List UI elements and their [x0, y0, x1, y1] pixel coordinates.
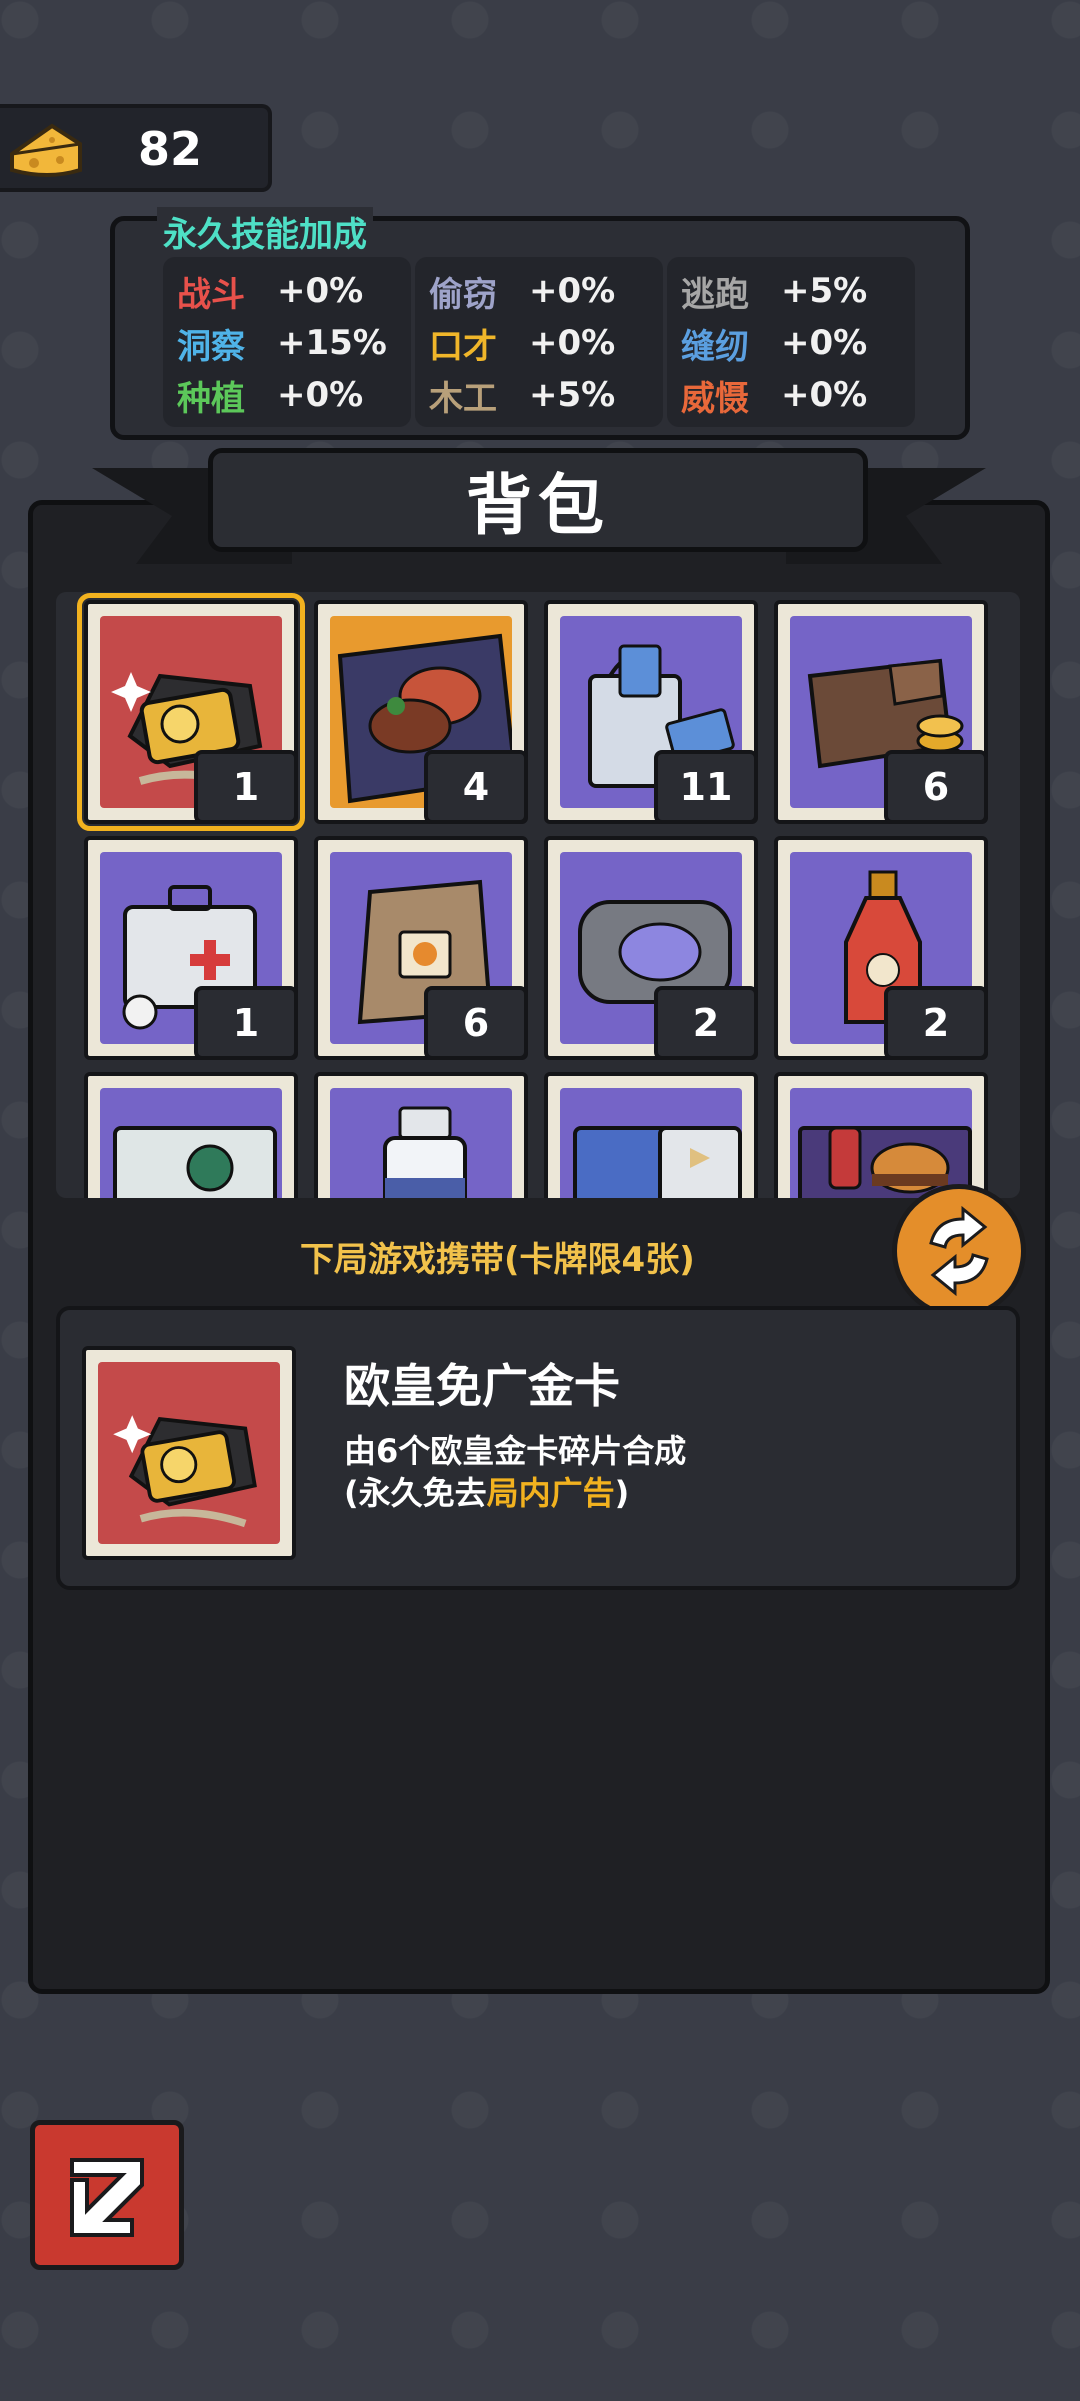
item-count: 2	[654, 986, 758, 1060]
item-count: 1	[194, 750, 298, 824]
skill-value: +0%	[529, 271, 616, 311]
swap-button[interactable]	[892, 1184, 1026, 1318]
item-count: 6	[424, 986, 528, 1060]
card-art	[100, 1088, 282, 1198]
skill-name: 逃跑	[681, 274, 749, 315]
skill-row: 缝纫 +0%	[681, 317, 867, 369]
skill-name: 口才	[429, 326, 497, 367]
item-card-medicine-bottle[interactable]	[314, 1072, 528, 1198]
skill-value: +0%	[277, 375, 364, 415]
skill-row: 木工 +5%	[429, 369, 615, 421]
detail-desc-line1: 由6个欧皇金卡碎片合成	[344, 1432, 687, 1470]
medicine-bottle-icon	[383, 1106, 467, 1198]
swap-arrows-icon	[929, 1205, 989, 1297]
item-grid[interactable]: 1 4 11 6 1 6 2 2	[56, 592, 1020, 1198]
skill-name: 缝纫	[681, 326, 749, 367]
desc-suffix: )	[614, 1474, 630, 1512]
card-art	[330, 1088, 512, 1198]
skill-name: 战斗	[177, 274, 245, 315]
cheese-counter: 82	[0, 104, 272, 192]
detail-desc-line2: (永久免去局内广告)	[344, 1472, 686, 1514]
backpack-header: 背包	[208, 448, 868, 552]
detail-description: 由6个欧皇金卡碎片合成 (永久免去局内广告)	[344, 1430, 686, 1514]
skill-name: 木工	[429, 378, 497, 419]
skill-name: 偷窃	[429, 274, 497, 315]
skills-title: 永久技能加成	[157, 207, 373, 256]
skill-name: 洞察	[177, 326, 245, 367]
permanent-skill-panel: 永久技能加成 战斗 +0% 洞察 +15% 种植 +0% 偷窃 +0% 口才 +…	[110, 207, 970, 440]
skill-row: 种植 +0%	[177, 369, 363, 421]
carry-next-game-label: 下局游戏携带(卡牌限4张)	[300, 1240, 695, 1280]
item-card-shopping-bag[interactable]: 11	[544, 600, 758, 824]
item-card-burger[interactable]	[774, 1072, 988, 1198]
detail-card-image	[82, 1346, 296, 1560]
desc-highlight: 局内广告	[486, 1474, 615, 1512]
backpack-title: 背包	[466, 467, 610, 544]
back-arrow-icon	[70, 2158, 144, 2237]
item-card-ketchup[interactable]: 2	[774, 836, 988, 1060]
gold-card-icon	[113, 1415, 257, 1528]
item-count: 4	[424, 750, 528, 824]
skill-value: +5%	[529, 375, 616, 415]
skill-row: 洞察 +15%	[177, 317, 387, 369]
item-count: 1	[194, 986, 298, 1060]
pills-icon	[573, 1126, 742, 1198]
desc-prefix: (永久免去	[344, 1474, 487, 1512]
skill-value: +0%	[529, 323, 616, 363]
item-count: 2	[884, 986, 988, 1060]
item-count: 11	[654, 750, 758, 824]
item-card-virus-box[interactable]	[84, 1072, 298, 1198]
skill-row: 口才 +0%	[429, 317, 615, 369]
card-art	[790, 1088, 972, 1198]
skill-value: +0%	[277, 271, 364, 311]
cheese-icon	[10, 123, 82, 177]
skill-value: +15%	[277, 323, 387, 363]
item-card-steak[interactable]: 4	[314, 600, 528, 824]
skill-column-1: 战斗 +0% 洞察 +15% 种植 +0%	[163, 257, 411, 427]
detail-item-name: 欧皇免广金卡	[344, 1359, 620, 1413]
item-count: 6	[884, 750, 988, 824]
skill-row: 战斗 +0%	[177, 265, 363, 317]
burger-meal-icon	[798, 1126, 972, 1198]
back-button[interactable]	[30, 2120, 184, 2270]
virus-box-icon	[113, 1126, 277, 1198]
item-card-paper-bag[interactable]: 6	[314, 836, 528, 1060]
skill-row: 偷窃 +0%	[429, 265, 615, 317]
skill-value: +5%	[781, 271, 868, 311]
skill-column-3: 逃跑 +5% 缝纫 +0% 威慑 +0%	[667, 257, 915, 427]
card-art	[98, 1362, 280, 1544]
cheese-count: 82	[138, 122, 203, 176]
item-card-first-aid[interactable]: 1	[84, 836, 298, 1060]
skill-name: 威慑	[681, 378, 749, 419]
item-card-wallet[interactable]: 6	[774, 600, 988, 824]
item-card-pouch[interactable]: 2	[544, 836, 758, 1060]
skill-column-2: 偷窃 +0% 口才 +0% 木工 +5%	[415, 257, 663, 427]
card-art	[560, 1088, 742, 1198]
item-card-gold-card[interactable]: 1	[77, 593, 305, 831]
skill-value: +0%	[781, 323, 868, 363]
skill-value: +0%	[781, 375, 868, 415]
item-detail-panel: 欧皇免广金卡 由6个欧皇金卡碎片合成 (永久免去局内广告)	[56, 1306, 1020, 1590]
item-card-pills[interactable]	[544, 1072, 758, 1198]
skill-name: 种植	[177, 378, 245, 419]
skill-row: 威慑 +0%	[681, 369, 867, 421]
skill-row: 逃跑 +5%	[681, 265, 867, 317]
